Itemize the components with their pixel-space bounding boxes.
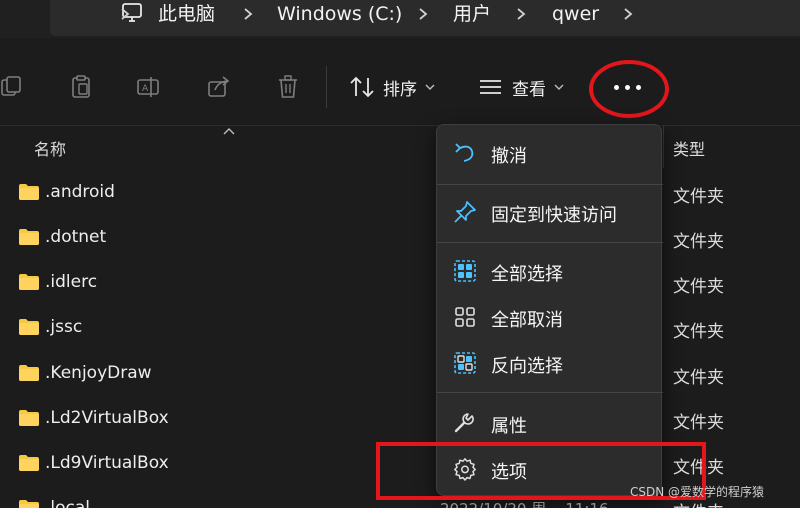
chevron-right-icon bbox=[117, 2, 133, 26]
file-name: .jssc bbox=[45, 317, 83, 337]
rename-icon[interactable]: A bbox=[136, 74, 162, 100]
file-row[interactable]: .Ld2VirtualBox 文件夹 bbox=[0, 398, 800, 442]
file-type: 文件夹 bbox=[673, 232, 724, 252]
menu-item-pin-quick-access[interactable]: 固定到快速访问 bbox=[437, 192, 663, 232]
folder-icon bbox=[19, 500, 39, 508]
sort-label: 排序 bbox=[383, 79, 417, 100]
breadcrumb[interactable]: 此电脑 Windows (C:) 用户 qwer bbox=[50, 0, 800, 36]
paste-icon[interactable] bbox=[68, 74, 94, 100]
file-name: .Ld9VirtualBox bbox=[45, 453, 169, 473]
select-none-icon bbox=[455, 307, 475, 327]
file-date-time: 11:16 bbox=[565, 500, 608, 508]
menu-item-label: 属性 bbox=[491, 416, 527, 437]
folder-icon bbox=[19, 184, 39, 200]
copy-icon[interactable] bbox=[0, 74, 26, 100]
folder-icon bbox=[19, 410, 39, 426]
folder-icon bbox=[19, 274, 39, 290]
chevron-right-icon bbox=[240, 2, 256, 26]
menu-item-label: 撤消 bbox=[491, 146, 527, 167]
file-row[interactable]: .KenjoyDraw 文件夹 bbox=[0, 353, 800, 397]
watermark: CSDN @爱数学的程序猿 bbox=[630, 485, 765, 499]
column-name-header[interactable]: 名称 bbox=[34, 136, 66, 160]
file-row[interactable]: .jssc 文件夹 bbox=[0, 307, 800, 351]
menu-item-label: 固定到快速访问 bbox=[491, 205, 617, 226]
menu-item-undo[interactable]: 撤消 bbox=[437, 133, 663, 173]
invert-selection-icon bbox=[454, 352, 476, 374]
column-divider[interactable] bbox=[663, 126, 664, 168]
folder-icon bbox=[19, 365, 39, 381]
view-label: 查看 bbox=[512, 79, 546, 100]
file-type: 文件夹 bbox=[673, 187, 724, 207]
column-type-header[interactable]: 类型 bbox=[673, 136, 705, 160]
folder-icon bbox=[19, 455, 39, 471]
select-all-icon bbox=[454, 260, 476, 282]
file-type: 文件夹 bbox=[673, 277, 724, 297]
chevron-right-icon bbox=[415, 2, 431, 26]
chevron-right-icon[interactable] bbox=[620, 2, 636, 26]
file-type: 文件夹 bbox=[673, 322, 724, 342]
folder-icon bbox=[19, 319, 39, 335]
menu-item-properties[interactable]: 属性 bbox=[437, 403, 663, 443]
chevron-right-icon bbox=[513, 2, 529, 26]
highlight-ellipse-annotation bbox=[589, 60, 669, 118]
crumb-this-pc[interactable]: 此电脑 bbox=[158, 3, 215, 25]
crumb-users[interactable]: 用户 bbox=[453, 3, 491, 25]
file-row[interactable]: .idlerc 文件夹 bbox=[0, 262, 800, 306]
menu-item-invert-selection[interactable]: 反向选择 bbox=[437, 343, 663, 383]
menu-item-select-none[interactable]: 全部取消 bbox=[437, 297, 663, 337]
sort-button[interactable]: 排序 bbox=[349, 74, 435, 100]
file-name: .local bbox=[45, 498, 91, 508]
chevron-down-icon bbox=[425, 84, 435, 90]
file-name: .dotnet bbox=[45, 227, 107, 247]
address-bar: 此电脑 Windows (C:) 用户 qwer bbox=[0, 0, 800, 38]
column-header: 名称 类型 bbox=[0, 126, 800, 168]
menu-divider bbox=[437, 184, 663, 185]
menu-item-label: 全部选择 bbox=[491, 264, 563, 285]
chevron-down-icon bbox=[554, 84, 564, 90]
crumb-drive-c[interactable]: Windows (C:) bbox=[277, 3, 402, 25]
delete-icon[interactable] bbox=[275, 74, 301, 100]
command-bar: A 排序 查看 bbox=[0, 38, 800, 126]
file-name: .android bbox=[45, 182, 115, 202]
file-row[interactable]: .dotnet 文件夹 bbox=[0, 217, 800, 261]
file-name: .Ld2VirtualBox bbox=[45, 408, 169, 428]
file-row[interactable]: .android 文件夹 bbox=[0, 172, 800, 216]
file-name: .KenjoyDraw bbox=[45, 363, 152, 383]
svg-text:A: A bbox=[142, 84, 149, 94]
wrench-icon bbox=[454, 413, 474, 433]
more-options-menu: 撤消 固定到快速访问 全部选择 全部取消 反向选择 属性 选项 bbox=[436, 124, 663, 496]
file-name: .idlerc bbox=[45, 272, 98, 292]
pin-icon bbox=[454, 201, 476, 223]
menu-item-select-all[interactable]: 全部选择 bbox=[437, 251, 663, 291]
view-icon bbox=[480, 80, 501, 94]
menu-divider bbox=[437, 242, 663, 243]
menu-item-label: 全部取消 bbox=[491, 310, 563, 331]
sort-ascending-icon bbox=[223, 128, 235, 135]
toolbar-divider bbox=[326, 66, 327, 108]
file-date-day: 2022/10/20 周 bbox=[440, 500, 546, 508]
view-button[interactable]: 查看 bbox=[478, 74, 564, 100]
file-type: 文件夹 bbox=[673, 413, 724, 433]
menu-item-label: 反向选择 bbox=[491, 356, 563, 377]
menu-divider bbox=[437, 392, 663, 393]
undo-icon bbox=[455, 143, 474, 162]
folder-icon bbox=[19, 229, 39, 245]
file-type: 文件夹 bbox=[673, 368, 724, 388]
sort-icon bbox=[350, 76, 374, 98]
crumb-qwer[interactable]: qwer bbox=[552, 3, 599, 25]
share-icon[interactable] bbox=[206, 74, 232, 100]
